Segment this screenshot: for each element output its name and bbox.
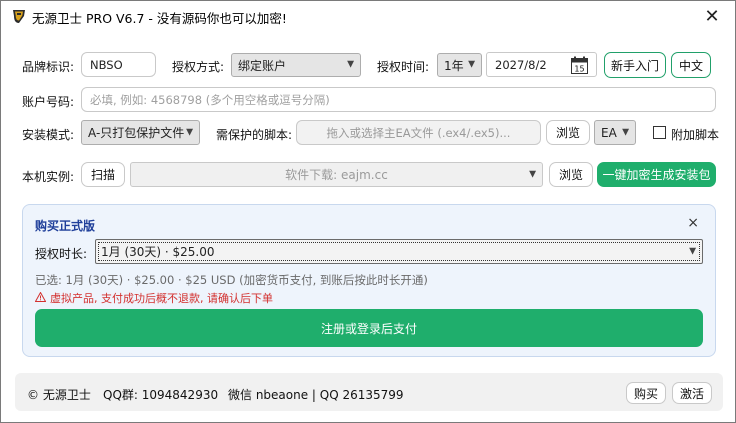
app-window: 无源卫士 PRO V6.7 - 没有源码你也可以加密! ✕ 品牌标识: NBSO… [0,0,736,423]
warning-text: 虚拟产品, 支付成功后概不退款, 请确认后下单 [50,292,273,305]
auth-duration-value: 1年 [444,58,464,73]
duration-select[interactable]: 1月 (30天) · $25.00 ▼ [95,239,703,264]
script-label: 需保护的脚本: [216,128,293,142]
auth-method-select[interactable]: 绑定账户 ▼ [231,53,361,77]
scan-button[interactable]: 扫描 [81,162,125,187]
language-button[interactable]: 中文 [671,52,711,78]
footer-bar: © 无源卫士 QQ群: 1094842930 微信 nbeaone | QQ 2… [15,373,723,411]
svg-text:15: 15 [574,65,584,74]
auth-method-value: 绑定账户 [238,58,287,73]
close-icon[interactable]: × [687,215,699,231]
auth-duration-select[interactable]: 1年 ▼ [437,53,482,77]
chevron-down-icon: ▼ [347,59,354,70]
account-input[interactable]: 必填, 例如: 4568798 (多个用空格或逗号分隔) [81,87,716,112]
install-mode-select[interactable]: A-只打包保护文件 ▼ [81,120,200,145]
install-mode-label: 安装模式: [22,128,75,142]
title-bar: 无源卫士 PRO V6.7 - 没有源码你也可以加密! ✕ [1,1,735,31]
duration-value: 1月 (30天) · $25.00 [101,245,215,259]
chevron-down-icon: ▼ [529,169,536,179]
browse-script-button[interactable]: 浏览 [546,120,590,145]
auth-time-label: 授权时间: [377,60,430,74]
account-placeholder: 必填, 例如: 4568798 (多个用空格或逗号分隔) [90,92,330,107]
buy-button[interactable]: 购买 [626,382,666,404]
extra-script-checkbox[interactable] [653,126,666,139]
extra-script-label: 附加脚本 [671,128,720,142]
brand-value: NBSO [90,57,123,72]
qq-group-text: QQ群: 1094842930 [103,388,219,402]
auth-method-label: 授权方式: [172,60,225,74]
instance-select[interactable]: 软件下载: eajm.cc ▼ [130,162,543,187]
activate-button[interactable]: 激活 [672,382,712,404]
script-type-value: EA [601,125,617,140]
copyright-text: © 无源卫士 [27,388,91,402]
chevron-down-icon: ▼ [468,59,475,70]
calendar-icon[interactable]: 15 [571,56,588,74]
instance-value: 软件下载: eajm.cc [285,168,388,182]
auth-date-value: 2027/8/2 [495,57,547,72]
selected-info: 已选: 1月 (30天) · $25.00 · $25 USD (加密货币支付,… [35,273,428,287]
wechat-text: 微信 nbeaone | QQ 26135799 [228,388,404,402]
warning-icon [34,290,47,305]
purchase-title: 购买正式版 [35,219,96,233]
script-type-select[interactable]: EA ▼ [594,120,636,145]
close-icon: ✕ [704,5,720,27]
script-input[interactable]: 拖入或选择主EA文件 (.ex4/.ex5)... [296,120,541,145]
shield-logo-icon [11,8,27,24]
instance-label: 本机实例: [22,170,75,184]
chevron-down-icon: ▼ [186,127,193,137]
install-mode-value: A-只打包保护文件 [88,126,185,140]
pay-button[interactable]: 注册或登录后支付 [35,309,703,347]
generate-installer-button[interactable]: 一键加密生成安装包 [597,162,716,187]
brand-input[interactable]: NBSO [81,52,156,77]
window-title: 无源卫士 PRO V6.7 - 没有源码你也可以加密! [32,11,287,26]
refund-warning: 虚拟产品, 支付成功后概不退款, 请确认后下单 [34,290,273,306]
account-label: 账户号码: [22,95,75,109]
purchase-panel: 购买正式版 × 授权时长: 1月 (30天) · $25.00 ▼ 已选: 1月… [22,204,716,357]
browse-instance-button[interactable]: 浏览 [549,162,593,187]
chevron-down-icon: ▼ [689,246,696,256]
brand-label: 品牌标识: [22,60,75,74]
beginner-guide-button[interactable]: 新手入门 [604,52,666,78]
script-placeholder: 拖入或选择主EA文件 (.ex4/.ex5)... [326,125,511,140]
duration-label: 授权时长: [35,247,88,261]
chevron-down-icon: ▼ [622,127,629,137]
auth-date-picker[interactable]: 2027/8/2 15 [486,52,597,77]
window-close-button[interactable]: ✕ [689,1,735,31]
